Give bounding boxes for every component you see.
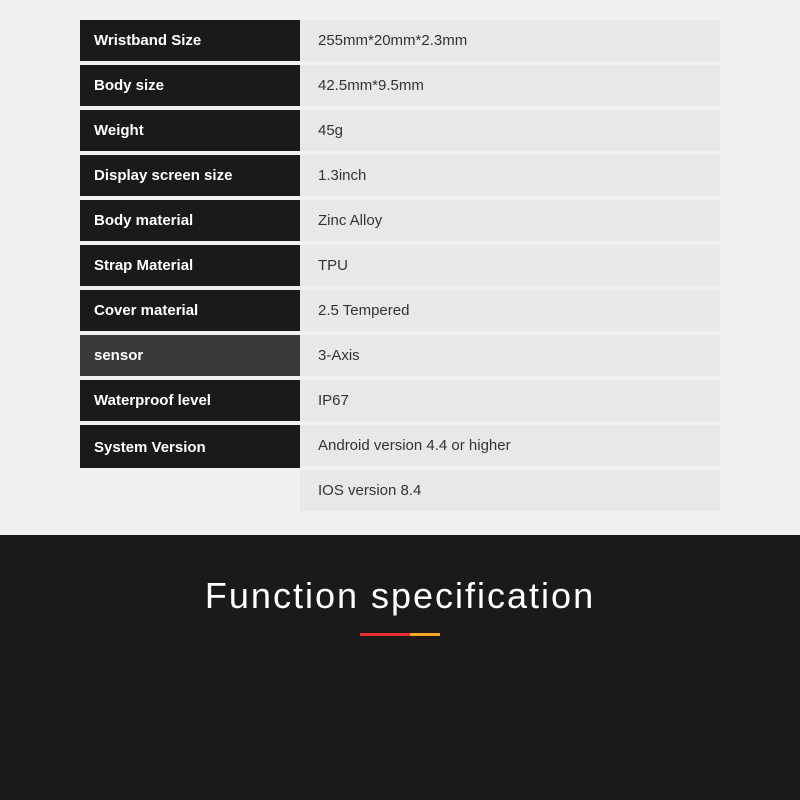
label-weight: Weight <box>80 110 300 151</box>
row-system-version: System Version Android version 4.4 or hi… <box>80 425 720 511</box>
row-sensor: sensor 3-Axis <box>80 335 720 376</box>
value-ios: IOS version 8.4 <box>300 470 720 511</box>
value-sensor: 3-Axis <box>300 335 720 376</box>
value-body-material: Zinc Alloy <box>300 200 720 241</box>
value-cover-material: 2.5 Tempered <box>300 290 720 331</box>
top-section: Wristband Size 255mm*20mm*2.3mm Body siz… <box>0 0 800 535</box>
label-strap-material: Strap Material <box>80 245 300 286</box>
label-wristband-size: Wristband Size <box>80 20 300 61</box>
row-body-material: Body material Zinc Alloy <box>80 200 720 241</box>
spec-table: Wristband Size 255mm*20mm*2.3mm Body siz… <box>80 20 720 511</box>
label-display-screen-size: Display screen size <box>80 155 300 196</box>
label-cover-material: Cover material <box>80 290 300 331</box>
underline-red <box>360 633 410 636</box>
row-weight: Weight 45g <box>80 110 720 151</box>
row-cover-material: Cover material 2.5 Tempered <box>80 290 720 331</box>
row-wristband-size: Wristband Size 255mm*20mm*2.3mm <box>80 20 720 61</box>
label-sensor: sensor <box>80 335 300 376</box>
value-body-size: 42.5mm*9.5mm <box>300 65 720 106</box>
value-wristband-size: 255mm*20mm*2.3mm <box>300 20 720 61</box>
title-underline <box>360 633 440 636</box>
label-system-version: System Version <box>80 425 300 468</box>
value-display-screen-size: 1.3inch <box>300 155 720 196</box>
value-strap-material: TPU <box>300 245 720 286</box>
function-title: Function specification <box>205 575 595 617</box>
label-body-material: Body material <box>80 200 300 241</box>
value-waterproof-level: IP67 <box>300 380 720 421</box>
value-android: Android version 4.4 or higher <box>300 425 720 466</box>
bottom-section: Function specification <box>0 535 800 666</box>
row-body-size: Body size 42.5mm*9.5mm <box>80 65 720 106</box>
value-weight: 45g <box>300 110 720 151</box>
row-display-screen-size: Display screen size 1.3inch <box>80 155 720 196</box>
label-waterproof-level: Waterproof level <box>80 380 300 421</box>
underline-yellow <box>410 633 440 636</box>
system-values-container: Android version 4.4 or higher IOS versio… <box>300 425 720 511</box>
label-body-size: Body size <box>80 65 300 106</box>
row-waterproof-level: Waterproof level IP67 <box>80 380 720 421</box>
row-strap-material: Strap Material TPU <box>80 245 720 286</box>
